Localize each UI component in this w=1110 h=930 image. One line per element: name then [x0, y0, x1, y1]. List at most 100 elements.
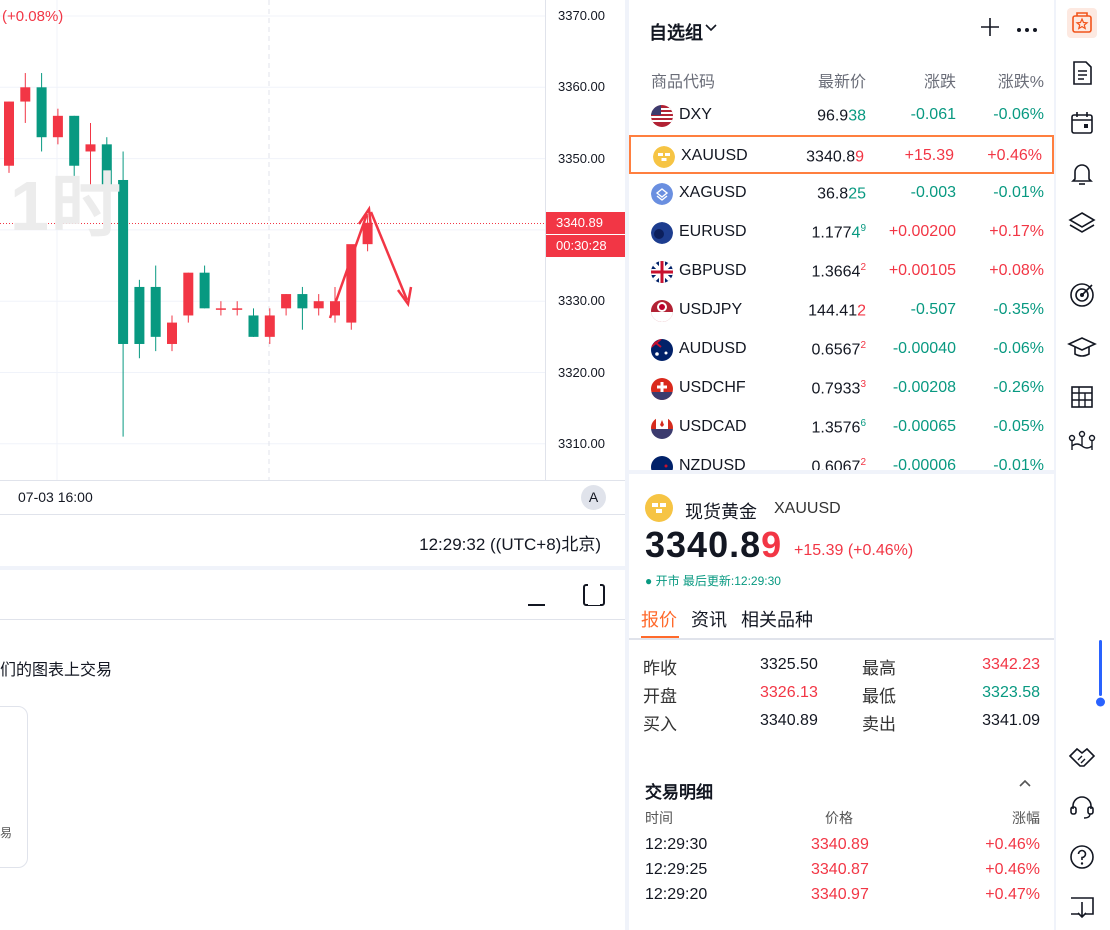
watchlist-row-xagusd[interactable]: XAGUSD 36.825 -0.003 -0.01%	[629, 174, 1054, 213]
row-change: +0.00200	[888, 223, 956, 240]
row-change-pct: -0.05%	[993, 418, 1044, 435]
watchlist-row-nzdusd[interactable]: NZDUSD 0.60672 -0.00006 -0.01%	[629, 447, 1054, 470]
education-icon[interactable]	[1067, 332, 1097, 362]
watchlist-title[interactable]: 自选组	[649, 19, 703, 45]
watchlist-row-usdchf[interactable]: USDCHF 0.79333 -0.00208 -0.26%	[629, 369, 1054, 408]
row-change: -0.507	[910, 301, 956, 318]
chevron-up-icon[interactable]	[1017, 776, 1033, 797]
row-change-pct: -0.01%	[993, 184, 1044, 201]
silver-flag-icon	[651, 183, 673, 205]
clock[interactable]: 12:29:32 ((UTC+8)北京)	[419, 530, 601, 555]
download-icon[interactable]	[1067, 892, 1097, 922]
watchlist-row-dxy[interactable]: DXY 96.938 -0.061 -0.06%	[629, 96, 1054, 135]
candle-body	[52, 115, 63, 138]
row-change: -0.00040	[892, 340, 956, 357]
trade-price: 3340.89	[811, 836, 869, 853]
quote-value: 3325.50	[760, 656, 818, 673]
price-axis-tick: 3350.00	[558, 150, 605, 166]
col-symbol[interactable]: 商品代码	[651, 68, 715, 92]
chevron-down-icon[interactable]	[703, 19, 719, 40]
watchlist-header: 自选组	[629, 0, 1054, 60]
handshake-icon[interactable]	[1067, 742, 1097, 772]
details-tabs: 报价 资讯 相关品种	[629, 598, 1054, 640]
trade-time: 12:29:20	[645, 886, 708, 903]
trade-hint-text: 们的图表上交易	[0, 662, 113, 679]
row-last-price: 3340.89	[806, 148, 864, 166]
watchlist-row-gbpusd[interactable]: GBPUSD 1.36642 +0.00105 +0.08%	[629, 252, 1054, 291]
add-symbol-button[interactable]	[979, 14, 1001, 45]
trades-col-time: 时间	[645, 810, 673, 826]
trade-change: +0.47%	[985, 886, 1040, 903]
watchlist-icon[interactable]	[1067, 8, 1097, 38]
trade-time: 12:29:30	[645, 836, 708, 853]
help-icon[interactable]	[1067, 842, 1097, 872]
time-axis[interactable]: 07-03 16:00	[0, 480, 625, 514]
support-icon[interactable]	[1067, 792, 1097, 822]
watchlist-column-headers: 商品代码 最新价 涨跌 涨跌%	[629, 60, 1054, 96]
quote-label: 卖出	[862, 715, 896, 734]
row-change-pct: -0.01%	[993, 457, 1044, 470]
watchlist-row-eurusd[interactable]: EURUSD 1.17749 +0.00200 +0.17%	[629, 213, 1054, 252]
chart-pane[interactable]: (+0.08%) 1时 3370.00 3360.00 3350.00 3330.00…	[0, 0, 625, 560]
grid-icon[interactable]	[1067, 382, 1097, 412]
row-last-price: 1.35766	[811, 418, 867, 437]
quote-value: 3341.09	[982, 712, 1040, 729]
quote-label: 最低	[862, 687, 896, 706]
watchlist-row-audusd[interactable]: AUDUSD 0.65672 -0.00040 -0.06%	[629, 330, 1054, 369]
bottom-panel: 们的图表上交易 易	[0, 566, 625, 930]
col-change-pct[interactable]: 涨跌%	[998, 68, 1044, 92]
trade-change: +0.46%	[985, 861, 1040, 878]
row-last-price: 36.825	[817, 185, 866, 203]
price-axis-tick: 3320.00	[558, 364, 605, 380]
jp-flag-icon	[651, 300, 673, 322]
alert-icon[interactable]	[1067, 158, 1097, 188]
tab-related[interactable]: 相关品种	[741, 606, 813, 632]
network-icon[interactable]	[1067, 428, 1097, 458]
row-symbol: USDJPY	[679, 301, 743, 318]
minimize-panel-button[interactable]	[526, 584, 548, 606]
thermometer-icon[interactable]	[1096, 640, 1105, 708]
quote-label: 买入	[643, 715, 677, 734]
price-axis-tick: 3330.00	[558, 293, 605, 309]
maximize-panel-button[interactable]	[583, 583, 605, 606]
target-icon[interactable]	[1067, 280, 1097, 310]
row-change-pct: +0.08%	[989, 262, 1044, 279]
tab-quote[interactable]: 报价	[641, 606, 677, 632]
trades-title: 交易明细	[645, 783, 713, 802]
watchlist-row-usdjpy[interactable]: USDJPY 144.412 -0.507 -0.35%	[629, 291, 1054, 330]
candle-body	[167, 322, 177, 344]
bar-countdown: 00:30:28	[546, 235, 625, 257]
gb-flag-icon	[651, 261, 673, 283]
col-change[interactable]: 涨跌	[924, 68, 956, 92]
candle-body	[199, 272, 210, 309]
tab-news[interactable]: 资讯	[691, 606, 727, 632]
row-change: -0.003	[910, 184, 956, 201]
watchlist-row-usdcad[interactable]: USDCAD 1.35766 -0.00065 -0.05%	[629, 408, 1054, 447]
candle-body	[134, 286, 145, 344]
symbol-code: XAUUSD	[774, 500, 841, 517]
price-axis-tick: 3360.00	[558, 79, 605, 95]
candle-body	[150, 286, 161, 337]
news-icon[interactable]	[1067, 58, 1097, 88]
candle-body	[297, 294, 308, 309]
row-change-pct: -0.06%	[993, 340, 1044, 357]
trade-time: 12:29:25	[645, 861, 708, 878]
quote-label: 最高	[862, 659, 896, 678]
calendar-icon[interactable]	[1067, 108, 1097, 138]
layers-icon[interactable]	[1067, 208, 1097, 238]
row-symbol: AUDUSD	[679, 340, 747, 357]
interval-watermark: 1时	[10, 167, 123, 245]
row-symbol: XAGUSD	[679, 184, 747, 201]
row-last-price: 0.60672	[811, 457, 867, 470]
watchlist-row-xauusd[interactable]: XAUUSD 3340.89 +15.39 +0.46%	[629, 135, 1054, 174]
active-tab-indicator	[641, 636, 679, 638]
trade-price: 3340.97	[811, 886, 869, 903]
trade-change: +0.46%	[985, 836, 1040, 853]
auto-scale-button[interactable]: A	[581, 485, 606, 510]
trade-row: 12:29:25 3340.87 +0.46%	[629, 861, 1054, 887]
broker-card[interactable]	[0, 706, 28, 868]
row-change: -0.00065	[892, 418, 956, 435]
col-last[interactable]: 最新价	[818, 68, 866, 92]
row-change-pct: +0.46%	[987, 147, 1042, 164]
more-options-icon[interactable]	[1015, 18, 1039, 41]
